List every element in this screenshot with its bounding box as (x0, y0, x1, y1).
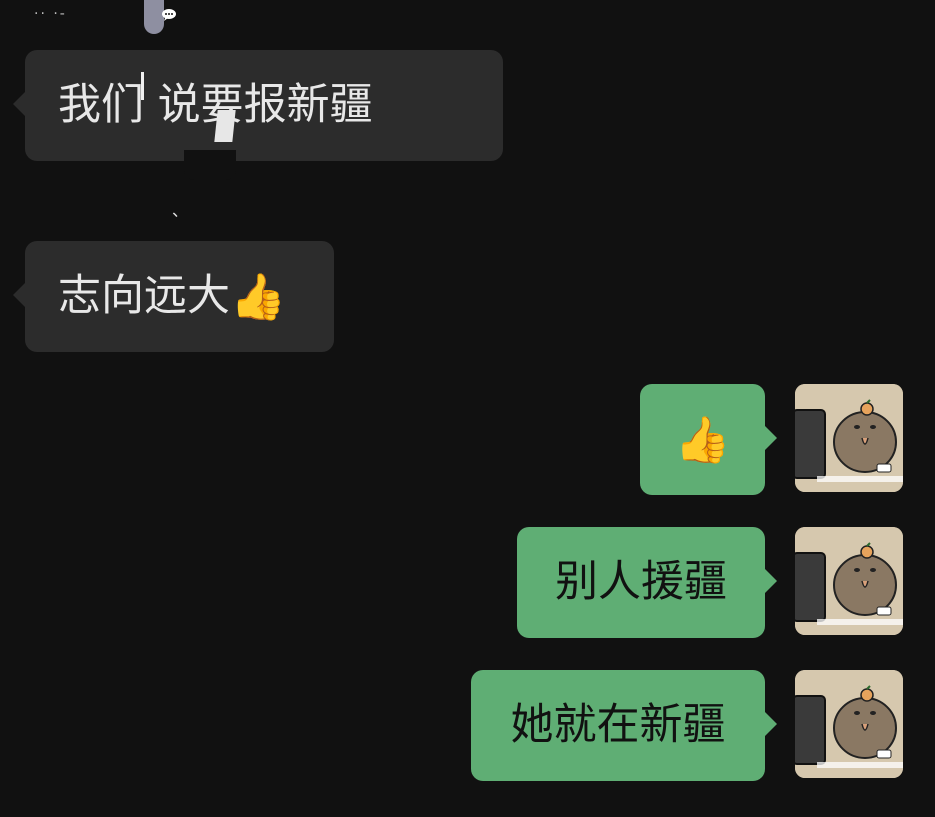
my-avatar[interactable] (795, 527, 903, 635)
chat-bubble-icon (162, 9, 176, 21)
thumbs-up-icon: 👍 (674, 413, 731, 466)
outgoing-message-3-text: 她就在新疆 (510, 700, 726, 750)
chat-screen: ·· ·- 我们 说要报新疆 、 志向远大 👍 👍 别人援疆 她就在新疆 (0, 0, 935, 817)
stray-mark: 、 (172, 201, 189, 220)
capybara-avatar-icon (795, 527, 903, 635)
incoming-message-1-text: 我们 说要报新疆 (58, 80, 373, 130)
thumbs-up-icon: 👍 (230, 270, 287, 323)
outgoing-message-3[interactable]: 她就在新疆 (471, 670, 777, 781)
redaction-smudge (184, 150, 236, 180)
my-avatar[interactable] (795, 384, 903, 492)
clipped-contact-name: ·· ·- (34, 6, 67, 22)
my-avatar[interactable] (795, 670, 903, 778)
capybara-avatar-icon (795, 384, 903, 492)
redaction-mark (141, 72, 144, 100)
incoming-message-2[interactable]: 志向远大 👍 (13, 241, 334, 352)
outgoing-message-2[interactable]: 别人援疆 (517, 527, 777, 638)
outgoing-message-1[interactable]: 👍 (640, 384, 777, 495)
redaction-mark (214, 110, 236, 142)
incoming-message-1[interactable]: 我们 说要报新疆 (13, 50, 503, 161)
clipped-header: ·· ·- (0, 0, 180, 44)
incoming-message-2-text: 志向远大 (58, 271, 230, 321)
outgoing-message-2-text: 别人援疆 (555, 557, 727, 607)
capybara-avatar-icon (795, 670, 903, 778)
